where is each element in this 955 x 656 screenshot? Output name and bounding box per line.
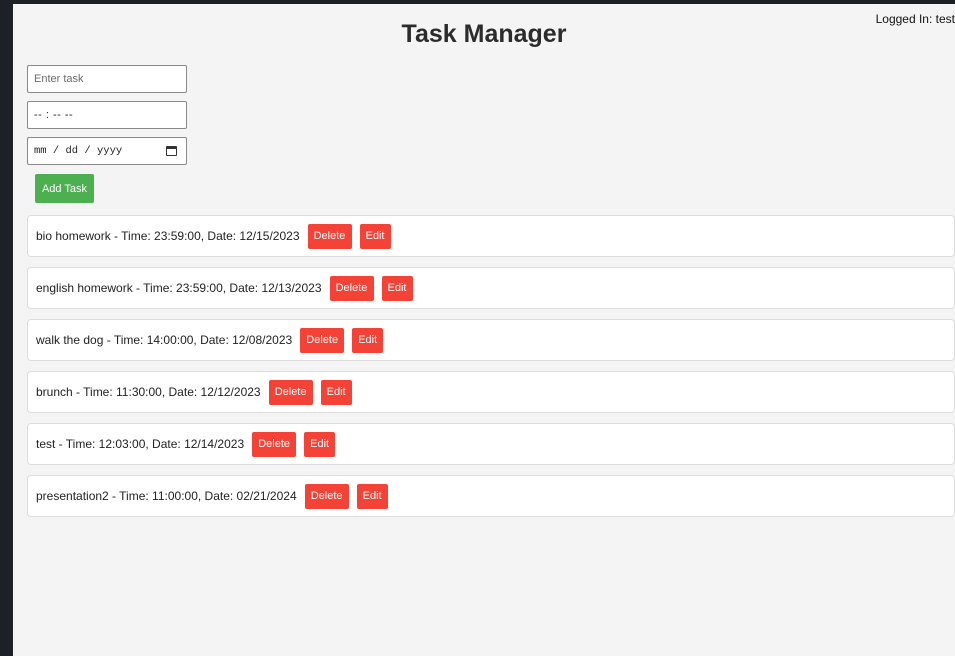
task-text: bio homework - Time: 23:59:00, Date: 12/…	[36, 229, 300, 243]
app-window: Logged In: test Task Manager -- : -- -- …	[13, 4, 955, 656]
date-input[interactable]: mm / dd / yyyy	[27, 137, 187, 165]
task-text: brunch - Time: 11:30:00, Date: 12/12/202…	[36, 385, 261, 399]
time-input-value: -- : -- --	[34, 109, 74, 121]
task-row: brunch - Time: 11:30:00, Date: 12/12/202…	[27, 371, 955, 413]
delete-button[interactable]: Delete	[252, 431, 297, 457]
task-row: test - Time: 12:03:00, Date: 12/14/2023 …	[27, 423, 955, 465]
delete-button[interactable]: Delete	[329, 275, 374, 301]
delete-button[interactable]: Delete	[268, 379, 313, 405]
delete-button[interactable]: Delete	[300, 327, 345, 353]
task-text: walk the dog - Time: 14:00:00, Date: 12/…	[36, 333, 293, 347]
add-task-button[interactable]: Add Task	[35, 174, 94, 203]
edit-button[interactable]: Edit	[352, 327, 384, 353]
task-row: english homework - Time: 23:59:00, Date:…	[27, 267, 955, 309]
task-row: bio homework - Time: 23:59:00, Date: 12/…	[27, 215, 955, 257]
task-row: presentation2 - Time: 11:00:00, Date: 02…	[27, 475, 955, 517]
edit-button[interactable]: Edit	[320, 379, 352, 405]
delete-button[interactable]: Delete	[307, 223, 352, 249]
task-text: english homework - Time: 23:59:00, Date:…	[36, 281, 322, 295]
page-title: Task Manager	[401, 20, 567, 48]
delete-button[interactable]: Delete	[304, 483, 349, 509]
task-text: presentation2 - Time: 11:00:00, Date: 02…	[36, 489, 297, 503]
task-input-wrapper[interactable]	[27, 65, 187, 93]
task-text: test - Time: 12:03:00, Date: 12/14/2023	[36, 437, 245, 451]
edit-button[interactable]: Edit	[381, 275, 413, 301]
edit-button[interactable]: Edit	[359, 223, 391, 249]
edit-button[interactable]: Edit	[356, 483, 388, 509]
task-list: bio homework - Time: 23:59:00, Date: 12/…	[27, 215, 955, 527]
date-input-value: mm / dd / yyyy	[34, 145, 123, 157]
edit-button[interactable]: Edit	[304, 431, 336, 457]
calendar-icon[interactable]	[166, 146, 177, 156]
task-input[interactable]	[34, 73, 180, 85]
time-input[interactable]: -- : -- --	[27, 101, 187, 129]
task-row: walk the dog - Time: 14:00:00, Date: 12/…	[27, 319, 955, 361]
